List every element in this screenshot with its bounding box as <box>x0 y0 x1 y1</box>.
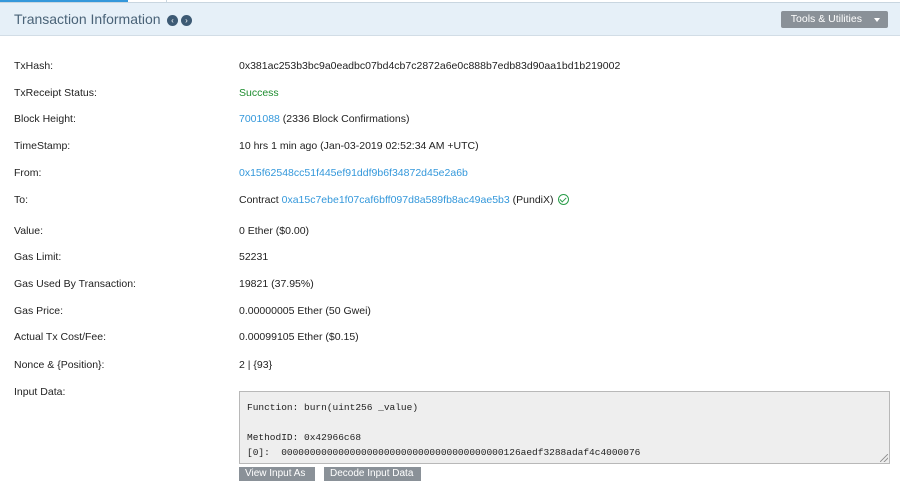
view-input-as-label: View Input As <box>245 468 306 479</box>
to-label: To: <box>14 194 29 206</box>
block-height-label: Block Height: <box>14 113 76 125</box>
chevron-left-circle-icon[interactable]: ‹ <box>167 15 178 26</box>
active-tab-indicator <box>0 0 128 2</box>
tx-fee-value: 0.00099105 Ether ($0.15) <box>239 331 359 343</box>
gas-used-label: Gas Used By Transaction: <box>14 278 136 290</box>
row-nonce: Nonce & {Position}: 2 | {93} <box>0 355 900 375</box>
row-block-height: Block Height: 7001088 (2336 Block Confir… <box>0 109 900 129</box>
decode-input-data-label: Decode Input Data <box>330 468 414 479</box>
resize-grip-icon[interactable] <box>880 454 888 462</box>
row-receipt-status: TxReceipt Status: Success <box>0 83 900 103</box>
row-txhash: TxHash: 0x381ac253b3bc9a0eadbc07bd4cb7c2… <box>0 56 900 76</box>
gas-used-value: 19821 (37.95%) <box>239 278 314 290</box>
tools-utilities-button[interactable]: Tools & Utilities <box>780 11 888 28</box>
gas-limit-label: Gas Limit: <box>14 251 62 263</box>
nonce-value: 2 | {93} <box>239 359 273 371</box>
row-to: To: Contract 0xa15c7ebe1f07caf6bff097d8a… <box>0 190 900 210</box>
timestamp-label: TimeStamp: <box>14 140 71 152</box>
chevron-right-circle-icon[interactable]: › <box>181 15 192 26</box>
input-blank-line <box>247 415 882 430</box>
row-gas-used: Gas Used By Transaction: 19821 (37.95%) <box>0 274 900 294</box>
gas-price-value: 0.00000005 Ether (50 Gwei) <box>239 305 371 317</box>
row-from: From: 0x15f62548cc51f445ef91ddf9b6f34872… <box>0 163 900 183</box>
txhash-value: 0x381ac253b3bc9a0eadbc07bd4cb7c2872a6e0c… <box>239 60 621 72</box>
nonce-label: Nonce & {Position}: <box>14 359 105 371</box>
receipt-status-label: TxReceipt Status: <box>14 87 97 99</box>
verified-check-icon <box>557 194 569 205</box>
contract-token-name: (PundiX) <box>509 194 554 206</box>
gas-price-label: Gas Price: <box>14 305 64 317</box>
block-height-value: 7001088 (2336 Block Confirmations) <box>239 109 409 129</box>
transaction-header: Transaction Information ‹ › Tools & Util… <box>0 3 900 36</box>
row-timestamp: TimeStamp: 10 hrs 1 min ago (Jan-03-2019… <box>0 136 900 156</box>
caret-down-icon <box>874 18 880 22</box>
row-gas-limit: Gas Limit: 52231 <box>0 247 900 267</box>
value-amount: 0 Ether ($0.00) <box>239 225 310 237</box>
block-number-link[interactable]: 7001088 <box>239 113 280 125</box>
contract-prefix: Contract <box>239 194 282 206</box>
page-title: Transaction Information <box>14 11 161 27</box>
receipt-status-value: Success <box>239 87 279 99</box>
row-value: Value: 0 Ether ($0.00) <box>0 221 900 241</box>
txhash-label: TxHash: <box>14 60 54 72</box>
from-address-link[interactable]: 0x15f62548cc51f445ef91ddf9b6f34872d45e2a… <box>239 163 468 183</box>
row-gas-price: Gas Price: 0.00000005 Ether (50 Gwei) <box>0 301 900 321</box>
decode-input-data-button[interactable]: Decode Input Data ⚙ <box>324 467 421 493</box>
input-data-textarea[interactable]: Function: burn(uint256 _value) MethodID:… <box>239 391 890 464</box>
view-input-as-button[interactable]: View Input As <box>239 467 315 488</box>
input-function-line: Function: burn(uint256 _value) <box>247 402 419 413</box>
tx-fee-label: Actual Tx Cost/Fee: <box>14 331 107 343</box>
from-label: From: <box>14 167 42 179</box>
input-method-line: MethodID: 0x42966c68 <box>247 432 362 443</box>
timestamp-value: 10 hrs 1 min ago (Jan-03-2019 02:52:34 A… <box>239 140 479 152</box>
to-value: Contract 0xa15c7ebe1f07caf6bff097d8a589f… <box>239 190 569 210</box>
row-tx-fee: Actual Tx Cost/Fee: 0.00099105 Ether ($0… <box>0 327 900 347</box>
block-confirmations: (2336 Block Confirmations) <box>279 113 410 125</box>
gas-limit-value: 52231 <box>239 251 269 263</box>
caret-down-icon <box>250 484 256 488</box>
input-param-line: [0]: 00000000000000000000000000000000000… <box>247 447 641 458</box>
input-data-label: Input Data: <box>14 386 66 398</box>
value-label: Value: <box>14 225 43 237</box>
tools-utilities-label: Tools & Utilities <box>790 13 862 25</box>
gear-icon: ⚙ <box>333 482 342 493</box>
to-contract-link[interactable]: 0xa15c7ebe1f07caf6bff097d8a589fb8ac49ae5… <box>282 194 510 206</box>
